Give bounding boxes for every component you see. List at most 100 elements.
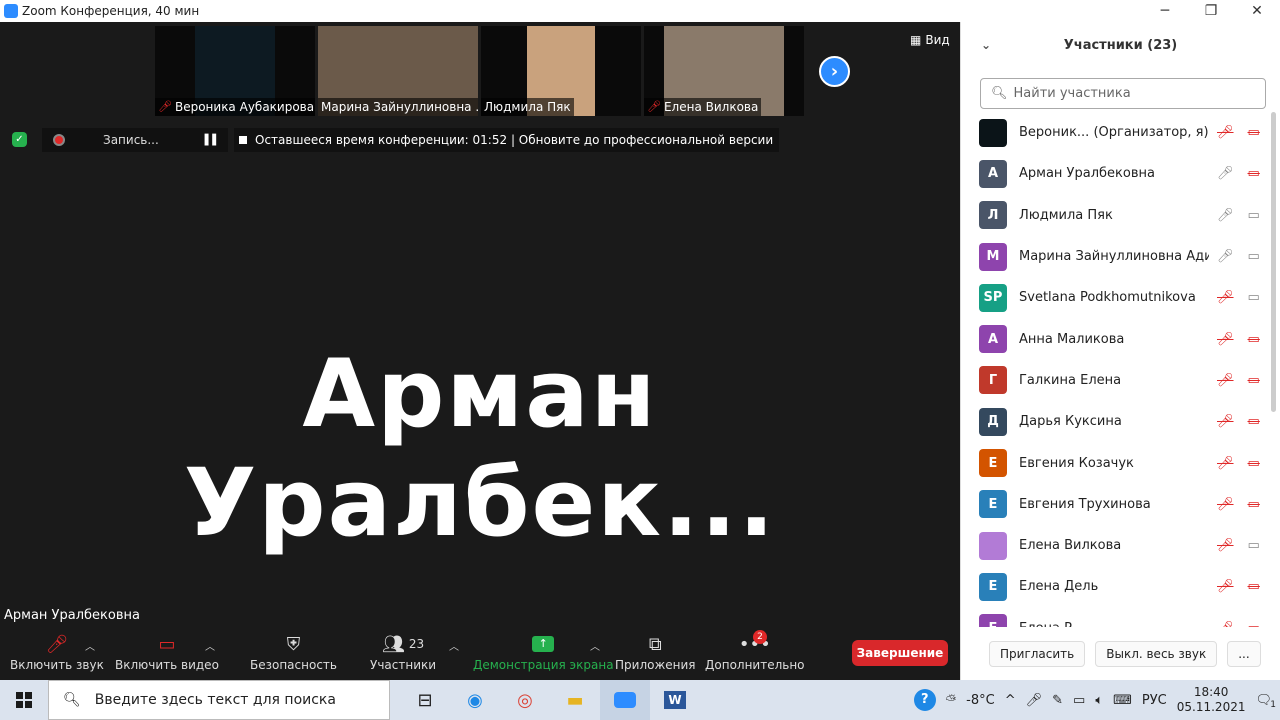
participant-row[interactable]: Е Елена Дель 🎤︎ ▭ (961, 566, 1271, 607)
mic-off-icon[interactable]: 🎤︎ (1217, 456, 1234, 471)
participant-row[interactable]: Елена Вилкова 🎤︎ ▭ (961, 525, 1271, 566)
video-on-icon[interactable]: ▭ (1248, 208, 1260, 223)
participant-search-input[interactable]: 🔍︎ Найти участника (980, 78, 1266, 109)
keyboard-icon[interactable]: ⌨ (1113, 693, 1132, 708)
task-view-icon[interactable]: ⊟ (400, 680, 450, 720)
video-thumbnail[interactable]: 🎤︎ Вероника Аубакирова (155, 26, 315, 116)
share-options-caret[interactable]: ︿ (590, 638, 600, 653)
video-options-caret[interactable]: ︿ (205, 638, 215, 653)
participant-row[interactable]: Г Галкина Елена 🎤︎ ▭ (961, 360, 1271, 401)
zoom-taskbar-icon[interactable] (600, 680, 650, 720)
mute-all-button[interactable]: Выкл. весь звук (1095, 641, 1218, 667)
video-off-icon[interactable]: ▭ (1248, 166, 1260, 181)
panel-scrollbar[interactable] (1271, 112, 1276, 412)
network-icon[interactable]: ▭ (1073, 693, 1085, 708)
participant-status: 🎤︎ ▭ (1217, 538, 1260, 553)
video-thumbnail[interactable]: Марина Зайнуллиновна ... (318, 26, 478, 116)
mic-off-icon[interactable]: 🎤︎ (1217, 497, 1234, 512)
security-button[interactable]: ⛨ Безопасность (250, 630, 337, 680)
participant-row[interactable]: Л Людмила Пяк 🎤︎ ▭ (961, 195, 1271, 236)
participants-button[interactable]: 👥︎ 23 Участники (370, 630, 436, 680)
video-on-icon[interactable]: ▭ (1248, 538, 1260, 553)
notification-icon[interactable]: 🗨︎ 1 (1255, 693, 1276, 710)
video-off-icon[interactable]: ▭ (1248, 579, 1260, 594)
mic-off-icon[interactable]: 🎤︎ (1217, 125, 1234, 140)
mic-off-icon[interactable]: 🎤︎ (1217, 332, 1234, 347)
participant-row[interactable]: М Марина Зайнуллиновна Адил... 🎤︎ ▭ (961, 236, 1271, 277)
participant-row[interactable]: Е Елена Р... 🎤︎ ▭ (961, 608, 1271, 627)
notification-count: 1 (1270, 699, 1276, 710)
video-off-icon[interactable]: ▭ (1248, 621, 1260, 627)
video-off-icon[interactable]: ▭ (1248, 414, 1260, 429)
mic-muted-icon: 🎤︎ (45, 633, 69, 655)
view-button[interactable]: ▦ Вид (910, 33, 950, 47)
participant-row[interactable]: Вероник... (Организатор, я) 🎤︎ ▭ (961, 112, 1271, 153)
video-off-icon[interactable]: ▭ (1248, 332, 1260, 347)
participant-row[interactable]: А Анна Маликова 🎤︎ ▭ (961, 318, 1271, 359)
participant-row[interactable]: А Арман Уралбековна 🎤︎ ▭ (961, 153, 1271, 194)
mic-off-icon[interactable]: 🎤︎ (1217, 290, 1234, 305)
apps-button[interactable]: ⧉ Приложения (615, 630, 696, 680)
mic-on-icon[interactable]: 🎤︎ (1217, 249, 1234, 264)
start-button[interactable] (0, 680, 48, 720)
close-button[interactable]: ✕ (1234, 0, 1280, 22)
video-off-icon[interactable]: ▭ (1248, 373, 1260, 388)
system-tray: ? ⛅︎ -8°C ^ 🎤︎ ✎ ▭ 🔈︎ ⌨ РУС 18:40 05.11.… (913, 685, 1280, 715)
mic-off-icon[interactable]: 🎤︎ (1217, 373, 1234, 388)
recording-label: Запись... (103, 133, 159, 147)
video-on-icon[interactable]: ▭ (1248, 249, 1260, 264)
mic-on-icon[interactable]: 🎤︎ (1217, 208, 1234, 223)
stop-recording-button[interactable] (239, 136, 247, 144)
chevron-up-icon[interactable]: ^ (1005, 693, 1016, 708)
minimize-button[interactable]: ─ (1142, 0, 1188, 22)
time-notice: Оставшееся время конференции: 01:52 | Об… (234, 128, 780, 152)
video-stage: 🎤︎ Вероника Аубакирова Марина Зайнуллинов… (0, 22, 960, 630)
mic-off-icon[interactable]: 🎤︎ (1217, 579, 1234, 594)
chevron-down-icon[interactable]: ⌄ (981, 38, 991, 52)
video-off-icon[interactable]: ▭ (1248, 456, 1260, 471)
taskbar-search-input[interactable]: 🔍︎ Введите здесь текст для поиска (48, 680, 390, 720)
start-video-button[interactable]: ▭ Включить видео (115, 630, 219, 680)
edge-icon[interactable]: ◉ (450, 680, 500, 720)
end-meeting-button[interactable]: Завершение (852, 640, 948, 666)
video-off-icon[interactable]: ▭ (1248, 125, 1260, 140)
participant-row[interactable]: Е Евгения Козачук 🎤︎ ▭ (961, 442, 1271, 483)
video-on-icon[interactable]: ▭ (1248, 290, 1260, 305)
maximize-button[interactable]: ❐ (1188, 0, 1234, 22)
language-indicator[interactable]: РУС (1142, 693, 1167, 708)
mic-off-icon: 🎤︎ (647, 100, 661, 113)
volume-icon[interactable]: 🔈︎ (1095, 693, 1103, 708)
word-icon[interactable]: W (650, 680, 700, 720)
participant-name: Марина Зайнуллиновна Адил... (1019, 249, 1209, 265)
participant-name: Svetlana Podkhomutnikova (1019, 290, 1196, 306)
mic-off-icon[interactable]: 🎤︎ (1217, 414, 1234, 429)
weather-icon: ⛅︎ (945, 692, 957, 708)
panel-title: Участники (23) (1063, 37, 1178, 53)
weather-temp[interactable]: -8°C (966, 693, 995, 708)
mic-off-icon[interactable]: 🎤︎ (1217, 538, 1234, 553)
panel-more-button[interactable]: ... (1227, 641, 1261, 667)
video-off-icon[interactable]: ▭ (1248, 497, 1260, 512)
video-thumbnail[interactable]: Людмила Пяк (481, 26, 641, 116)
next-page-button[interactable]: › (819, 56, 850, 87)
video-thumbnail[interactable]: 🎤︎ Елена Вилкова (644, 26, 804, 116)
pause-recording-button[interactable]: ▌▌ (205, 135, 220, 146)
invite-button[interactable]: Пригласить (989, 641, 1086, 667)
security-shield-icon: ✓ (12, 132, 27, 147)
participants-panel: ⌄ Участники (23) 🔍︎ Найти участника Веро… (960, 22, 1280, 680)
file-explorer-icon[interactable]: ▬ (550, 680, 600, 720)
mic-off-icon[interactable]: 🎤︎ (1217, 621, 1234, 627)
audio-options-caret[interactable]: ︿ (85, 638, 95, 653)
participant-row[interactable]: SP Svetlana Podkhomutnikova 🎤︎ ▭ (961, 277, 1271, 318)
participant-row[interactable]: Д Дарья Куксина 🎤︎ ▭ (961, 401, 1271, 442)
clock[interactable]: 18:40 05.11.2021 (1177, 685, 1246, 715)
help-icon[interactable]: ? (913, 689, 936, 711)
mic-on-icon[interactable]: 🎤︎ (1217, 166, 1234, 181)
participant-row[interactable]: Е Евгения Трухинова 🎤︎ ▭ (961, 484, 1271, 525)
search-icon: 🔍︎ (991, 86, 1008, 101)
chrome-icon[interactable]: ◎ (500, 680, 550, 720)
participants-options-caret[interactable]: ︿ (449, 638, 459, 653)
participants-count: 23 (408, 637, 425, 651)
window-controls: ─ ❐ ✕ (960, 0, 1280, 22)
thumbnail-label: 🎤︎ Елена Вилкова (644, 98, 762, 116)
